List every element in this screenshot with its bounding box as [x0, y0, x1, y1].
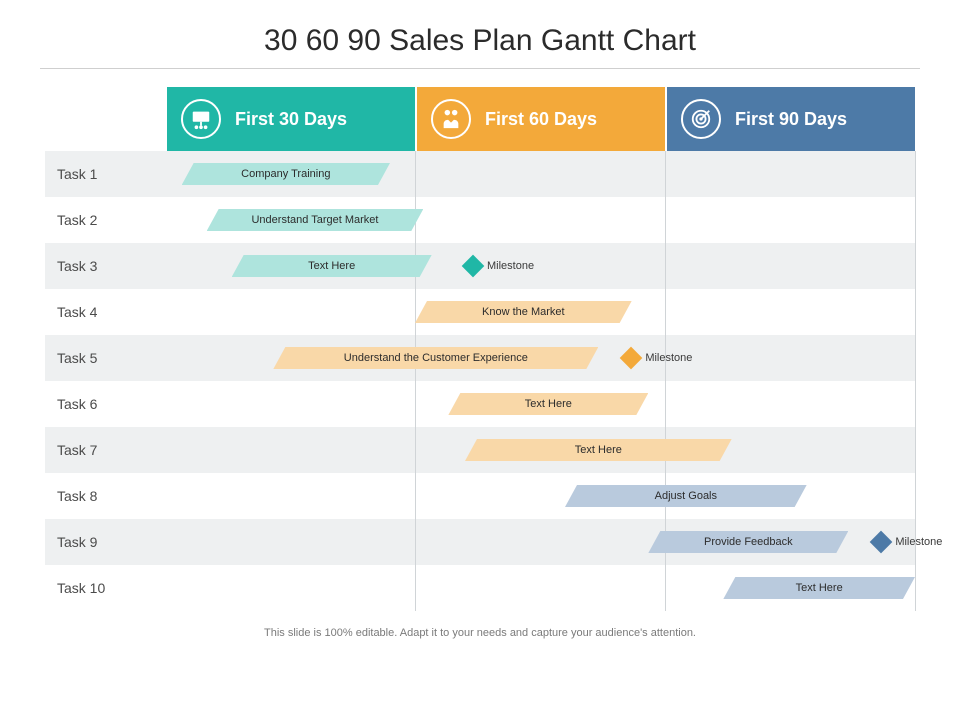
task-label: Task 8 — [45, 488, 165, 504]
milestone: Milestone — [623, 350, 692, 366]
diamond-icon — [870, 531, 893, 554]
task-label: Task 2 — [45, 212, 165, 228]
task-label: Task 5 — [45, 350, 165, 366]
gantt-bar: Understand Target Market — [207, 209, 424, 231]
task-label: Task 1 — [45, 166, 165, 182]
gantt-track: Text Here — [165, 565, 915, 611]
gantt-track: Adjust Goals — [165, 473, 915, 519]
gantt-track: Text Here Milestone — [165, 243, 915, 289]
gantt-bar: Know the Market — [415, 301, 632, 323]
gantt-track: Know the Market — [165, 289, 915, 335]
table-row: Task 3 Text Here Milestone — [45, 243, 915, 289]
phase-header: First 30 Days First 60 Days First 90 Day… — [45, 87, 915, 151]
phase-30: First 30 Days — [165, 87, 415, 151]
milestone: Milestone — [873, 534, 942, 550]
task-label: Task 6 — [45, 396, 165, 412]
divider — [40, 68, 920, 69]
table-row: Task 6 Text Here — [45, 381, 915, 427]
phase-90: First 90 Days — [665, 87, 915, 151]
handshake-icon — [431, 99, 471, 139]
milestone: Milestone — [465, 258, 534, 274]
table-row: Task 7 Text Here — [45, 427, 915, 473]
task-label: Task 7 — [45, 442, 165, 458]
table-row: Task 5Understand the Customer Experience… — [45, 335, 915, 381]
phase-label: First 90 Days — [735, 109, 847, 130]
gantt-bar: Adjust Goals — [565, 485, 807, 507]
table-row: Task 8 Adjust Goals — [45, 473, 915, 519]
milestone-label: Milestone — [487, 260, 534, 272]
task-label: Task 3 — [45, 258, 165, 274]
page-title: 30 60 90 Sales Plan Gantt Chart — [40, 24, 920, 58]
gantt-track: Text Here — [165, 427, 915, 473]
gantt-bar: Understand the Customer Experience — [273, 347, 598, 369]
table-row: Task 10 Text Here — [45, 565, 915, 611]
phase-60: First 60 Days — [415, 87, 665, 151]
gantt-bar: Company Training — [182, 163, 390, 185]
gantt-bar: Text Here — [232, 255, 432, 277]
task-label: Task 4 — [45, 304, 165, 320]
gantt-rows: Task 1 Company Training Task 2 Understand T… — [45, 151, 915, 611]
table-row: Task 9Provide FeedbackMilestone — [45, 519, 915, 565]
gantt-bar: Text Here — [448, 393, 648, 415]
diamond-icon — [462, 255, 485, 278]
footer-note: This slide is 100% editable. Adapt it to… — [40, 627, 920, 639]
gantt-track: Provide FeedbackMilestone — [165, 519, 915, 565]
gantt-track: Understand the Customer Experience Milest… — [165, 335, 915, 381]
task-label: Task 9 — [45, 534, 165, 550]
milestone-label: Milestone — [645, 352, 692, 364]
table-row: Task 1 Company Training — [45, 151, 915, 197]
gantt-bar: Text Here — [465, 439, 732, 461]
task-label: Task 10 — [45, 580, 165, 596]
diamond-icon — [620, 347, 643, 370]
table-row: Task 4 Know the Market — [45, 289, 915, 335]
gantt-chart: First 30 Days First 60 Days First 90 Day… — [45, 87, 915, 611]
phase-label: First 30 Days — [235, 109, 347, 130]
presentation-icon — [181, 99, 221, 139]
gantt-track: Company Training — [165, 151, 915, 197]
gantt-track: Understand Target Market — [165, 197, 915, 243]
phase-label: First 60 Days — [485, 109, 597, 130]
milestone-label: Milestone — [895, 536, 942, 548]
gantt-bar: Text Here — [723, 577, 915, 599]
gantt-bar: Provide Feedback — [648, 531, 848, 553]
table-row: Task 2 Understand Target Market — [45, 197, 915, 243]
gantt-track: Text Here — [165, 381, 915, 427]
target-icon — [681, 99, 721, 139]
